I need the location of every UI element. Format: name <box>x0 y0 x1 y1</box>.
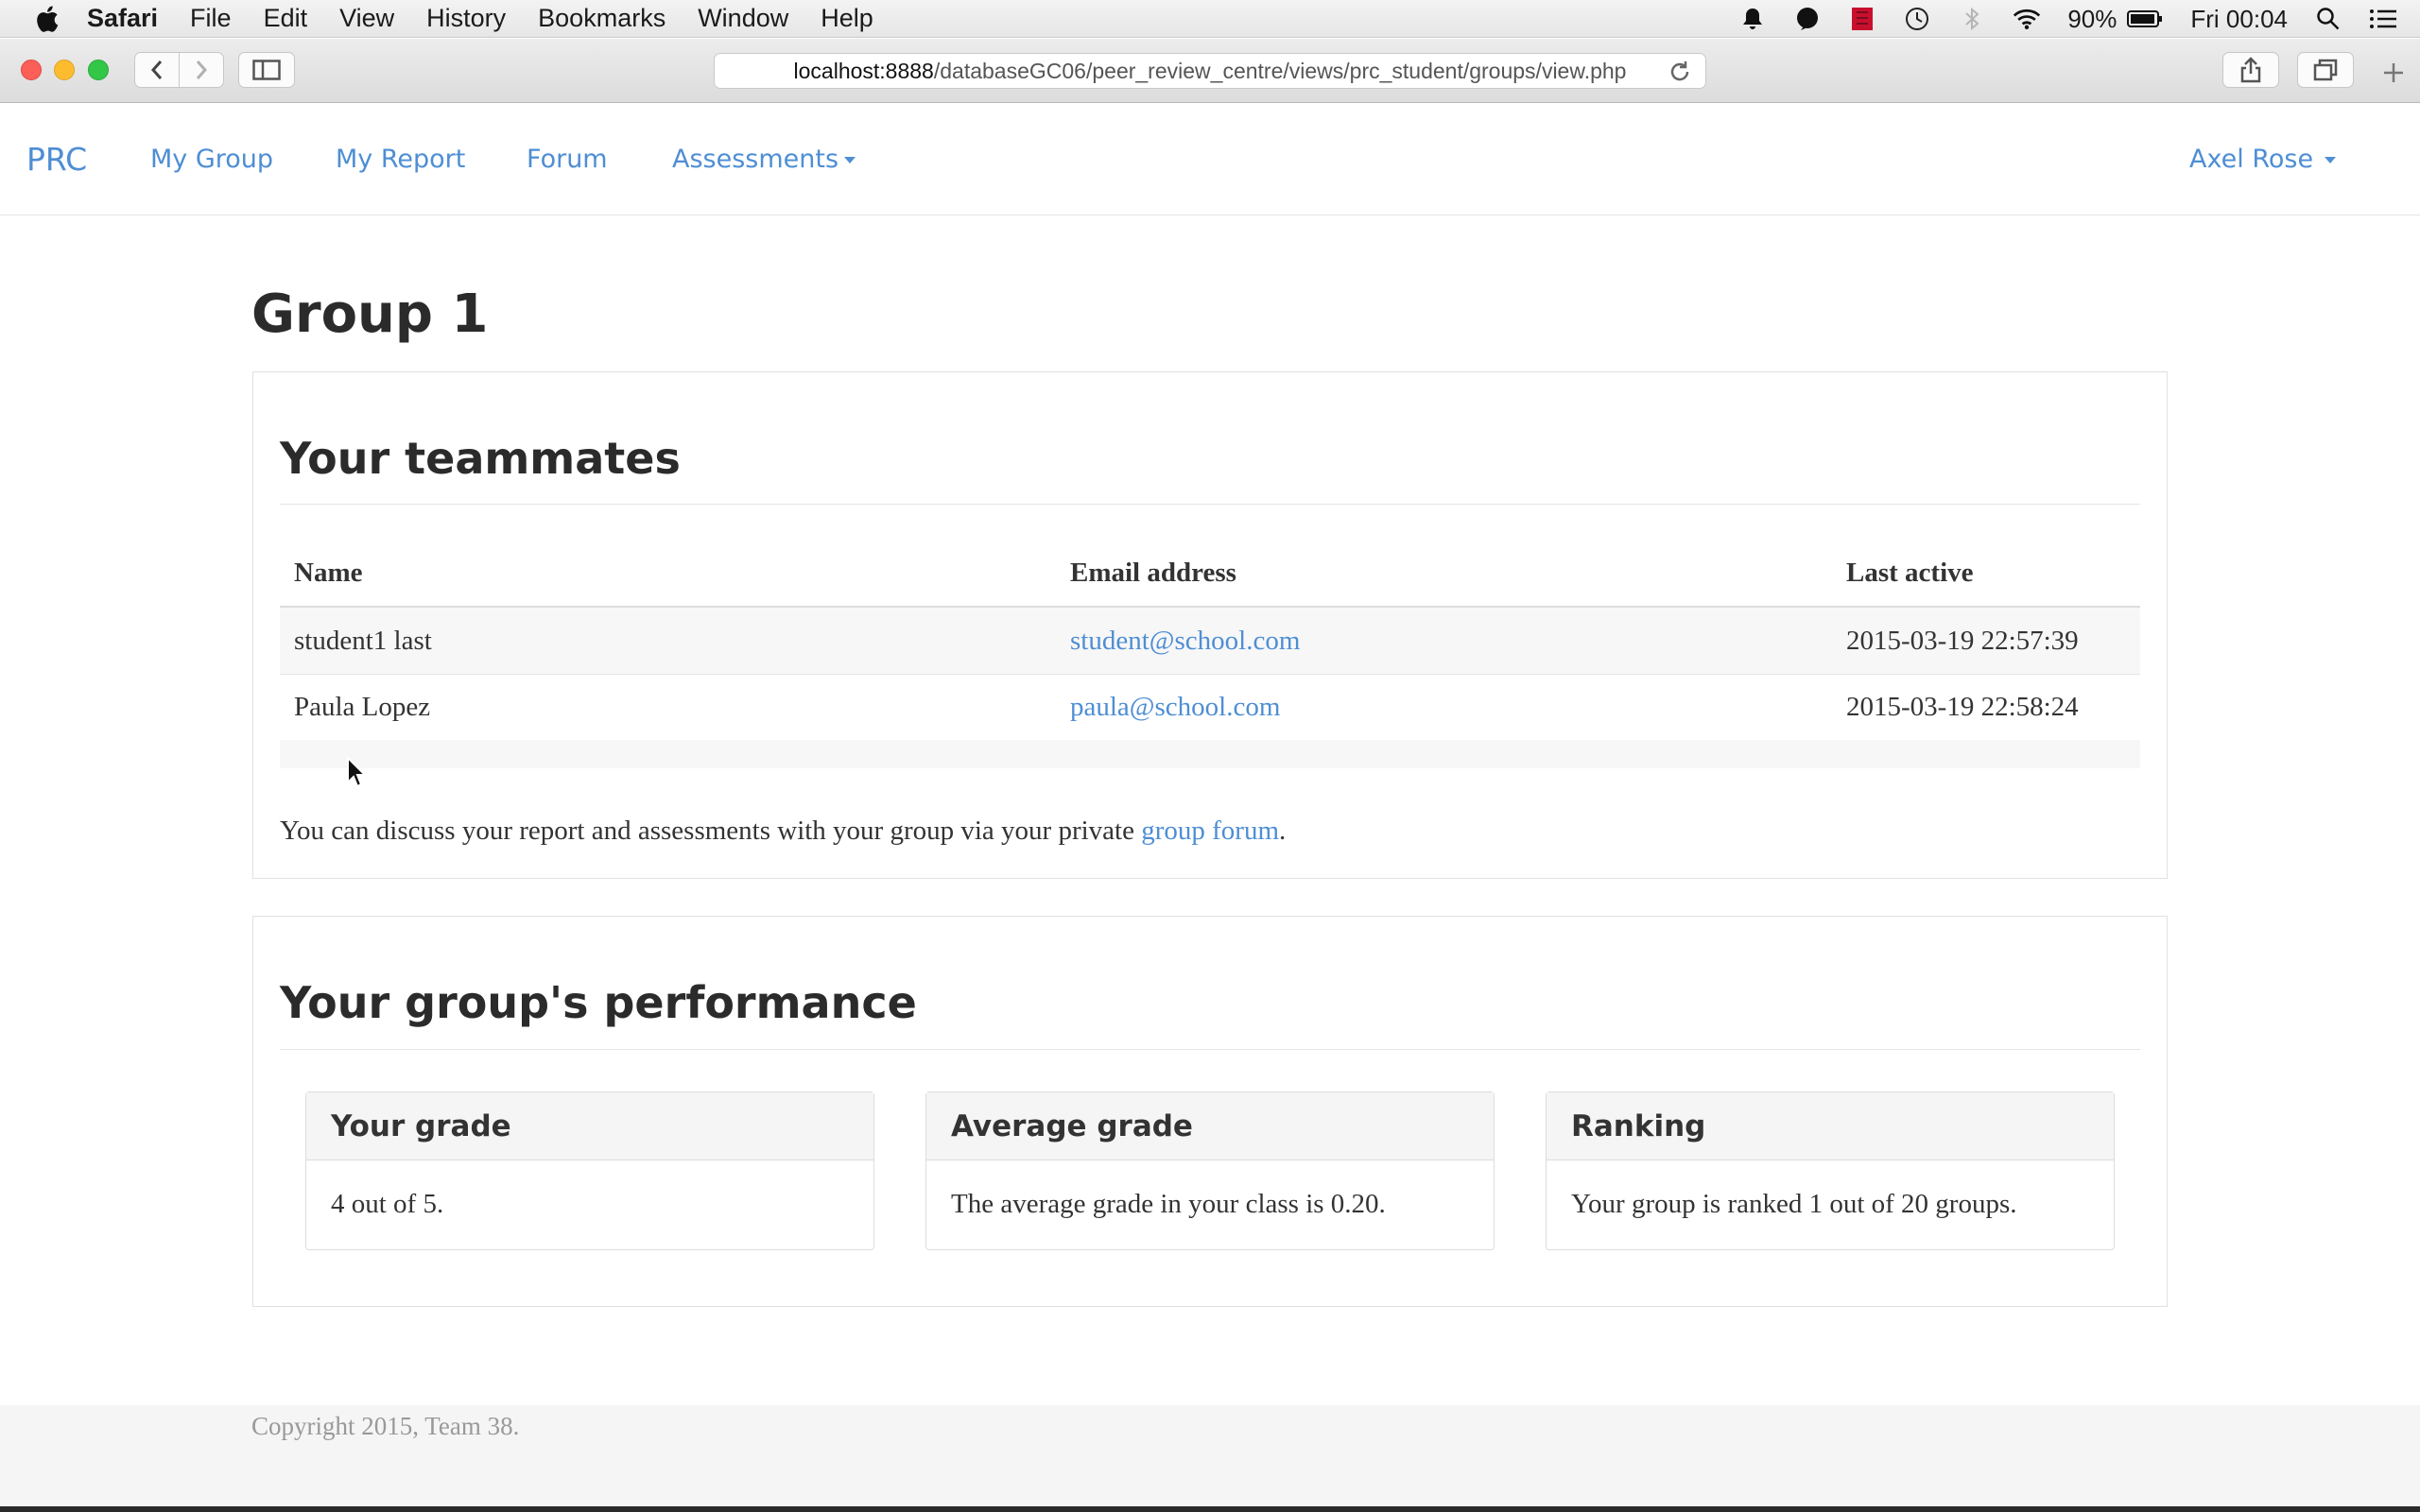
menu-help[interactable]: Help <box>821 4 873 33</box>
time-machine-icon[interactable] <box>1903 5 1931 33</box>
teammate-name: Paula Lopez <box>294 692 431 722</box>
ranking-card: Ranking Your group is ranked 1 out of 20… <box>1546 1091 2115 1250</box>
forum-note-period: . <box>1279 816 1287 846</box>
browser-toolbar: localhost:8888/databaseGC06/peer_review_… <box>0 39 2420 103</box>
page-footer: Copyright 2015, Team 38. <box>0 1405 2420 1506</box>
clock[interactable]: Fri 00:04 <box>2190 5 2288 34</box>
chevron-left-icon <box>150 60 163 79</box>
teammates-panel: Your teammates Name Email address Last a… <box>252 371 2168 879</box>
notification-center-icon[interactable] <box>2369 5 2397 33</box>
share-button[interactable] <box>2222 52 2279 88</box>
teammates-heading: Your teammates <box>280 433 681 484</box>
nav-my-report[interactable]: My Report <box>336 104 465 215</box>
table-row: Paula Lopez paula@school.com 2015-03-19 … <box>280 674 2140 740</box>
bluetooth-icon[interactable] <box>1958 5 1986 33</box>
nav-assessments-dropdown[interactable]: Assessments <box>672 104 856 215</box>
teammate-last-active: 2015-03-19 22:57:39 <box>1846 625 2079 656</box>
url-text: localhost:8888/databaseGC06/peer_review_… <box>794 59 1627 84</box>
forum-note: You can discuss your report and assessme… <box>280 816 1286 847</box>
menu-edit[interactable]: Edit <box>264 4 308 33</box>
menu-history[interactable]: History <box>426 4 506 33</box>
card-body: 4 out of 5. <box>331 1189 444 1219</box>
reload-icon[interactable] <box>1668 60 1692 84</box>
table-row: student1 last student@school.com 2015-03… <box>280 608 2140 674</box>
spotlight-search-icon[interactable] <box>2314 5 2342 33</box>
url-host: localhost:8888 <box>793 58 934 83</box>
column-header-last-active: Last active <box>1846 557 1974 588</box>
chevron-right-icon <box>196 60 208 79</box>
share-icon <box>2240 57 2261 83</box>
teammates-divider <box>280 504 2140 505</box>
window-bottom-edge <box>0 1506 2420 1512</box>
table-header-row: Name Email address Last active <box>280 540 2140 608</box>
group-forum-link[interactable]: group forum <box>1141 816 1279 846</box>
performance-divider <box>280 1049 2140 1050</box>
apple-logo-icon[interactable] <box>32 4 60 34</box>
sidebar-icon <box>252 60 281 80</box>
user-name: Axel Rose <box>2189 145 2314 174</box>
wifi-icon[interactable] <box>2013 5 2041 33</box>
battery-icon[interactable] <box>2126 5 2164 33</box>
window-minimize-button[interactable] <box>54 60 75 80</box>
tabs-icon <box>2313 59 2338 81</box>
teammate-name: student1 last <box>294 625 432 656</box>
flash-app-icon[interactable] <box>1848 5 1876 33</box>
your-grade-card: Your grade 4 out of 5. <box>305 1091 874 1250</box>
brand-link[interactable]: PRC <box>26 104 87 215</box>
teammate-email-link[interactable]: student@school.com <box>1070 626 1300 657</box>
nav-assessments-label: Assessments <box>672 145 839 174</box>
window-zoom-button[interactable] <box>88 60 109 80</box>
card-body: Your group is ranked 1 out of 20 groups. <box>1571 1189 2017 1219</box>
new-tab-button[interactable] <box>2375 54 2412 92</box>
column-header-name: Name <box>294 557 363 588</box>
teammate-email-link[interactable]: paula@school.com <box>1070 692 1280 723</box>
nav-forum[interactable]: Forum <box>527 104 608 215</box>
card-title: Ranking <box>1547 1092 2114 1160</box>
status-area: 90% Fri 00:04 <box>1738 0 2397 38</box>
menu-app-name[interactable]: Safari <box>87 4 158 33</box>
mouse-cursor-icon <box>347 756 367 788</box>
average-grade-card: Average grade The average grade in your … <box>925 1091 1495 1250</box>
menu-view[interactable]: View <box>339 4 394 33</box>
back-button[interactable] <box>134 52 180 88</box>
user-menu-dropdown[interactable]: Axel Rose <box>2189 104 2337 215</box>
menu-window[interactable]: Window <box>698 4 788 33</box>
site-navbar: PRC My Group My Report Forum Assessments… <box>0 104 2420 215</box>
caret-down-icon <box>844 157 856 163</box>
card-title: Your grade <box>306 1092 873 1160</box>
page-title: Group 1 <box>251 284 489 345</box>
column-header-email: Email address <box>1070 557 1236 588</box>
card-body: The average grade in your class is 0.20. <box>951 1189 1386 1219</box>
copyright-text: Copyright 2015, Team 38. <box>251 1412 520 1440</box>
teammate-last-active: 2015-03-19 22:58:24 <box>1846 692 2079 722</box>
tab-overview-button[interactable] <box>2297 52 2354 88</box>
url-path: /databaseGC06/peer_review_centre/views/p… <box>933 58 1627 83</box>
notification-bell-icon[interactable] <box>1738 5 1767 33</box>
table-empty-row <box>280 740 2140 768</box>
menu-bookmarks[interactable]: Bookmarks <box>538 4 666 33</box>
plus-icon <box>2384 63 2403 82</box>
window-close-button[interactable] <box>21 60 42 80</box>
menu-file[interactable]: File <box>190 4 232 33</box>
nav-my-group[interactable]: My Group <box>150 104 273 215</box>
sidebar-toggle-button[interactable] <box>238 52 295 88</box>
caret-down-icon <box>2325 157 2337 163</box>
performance-panel: Your group's performance Your grade 4 ou… <box>252 916 2168 1307</box>
forum-note-text: You can discuss your report and assessme… <box>280 816 1142 846</box>
chat-bubble-icon[interactable] <box>1793 5 1822 33</box>
forward-button[interactable] <box>179 52 224 88</box>
address-bar[interactable]: localhost:8888/databaseGC06/peer_review_… <box>714 53 1706 89</box>
card-title: Average grade <box>926 1092 1494 1160</box>
battery-percentage: 90% <box>2067 4 2118 33</box>
macos-menu-bar: Safari File Edit View History Bookmarks … <box>0 0 2420 38</box>
performance-heading: Your group's performance <box>280 977 917 1028</box>
